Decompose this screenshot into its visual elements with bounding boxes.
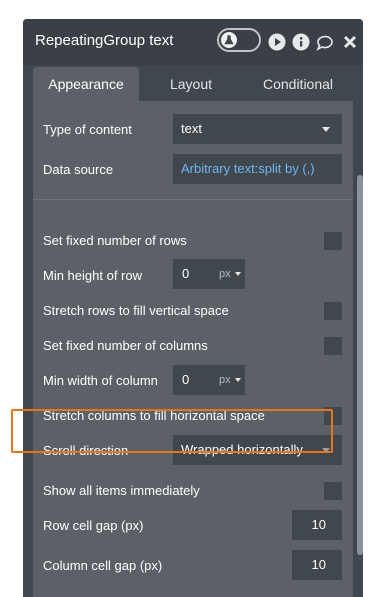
stretch-rows-label: Stretch rows to fill vertical space bbox=[43, 303, 229, 318]
data-source-label: Data source bbox=[43, 162, 114, 177]
type-of-content-label: Type of content bbox=[43, 122, 132, 137]
comment-icon[interactable] bbox=[315, 32, 335, 52]
scroll-direction-highlight bbox=[11, 409, 333, 453]
min-width-column-label: Min width of column bbox=[43, 373, 158, 388]
min-height-row-unit: px bbox=[219, 268, 231, 280]
chevron-down-icon bbox=[235, 378, 241, 382]
column-cell-gap-value: 10 bbox=[311, 557, 326, 572]
row-cell-gap-label: Row cell gap (px) bbox=[43, 518, 144, 533]
min-width-column-value: 0 bbox=[182, 372, 190, 387]
min-width-column-unit: px bbox=[219, 374, 231, 386]
type-of-content-value: text bbox=[181, 121, 202, 136]
section-divider bbox=[33, 199, 353, 200]
stretch-rows-checkbox[interactable] bbox=[324, 302, 342, 320]
tab-conditional[interactable]: Conditional bbox=[243, 67, 353, 101]
row-cell-gap-input[interactable]: 10 bbox=[292, 510, 342, 540]
chevron-down-icon bbox=[235, 272, 241, 276]
panel-header: RepeatingGroup text bbox=[23, 19, 363, 65]
column-cell-gap-label: Column cell gap (px) bbox=[43, 558, 163, 573]
debug-toggle-icon bbox=[221, 32, 237, 48]
set-fixed-columns-checkbox[interactable] bbox=[324, 337, 342, 355]
set-fixed-columns-label: Set fixed number of columns bbox=[43, 338, 208, 353]
min-height-row-input[interactable]: 0 px bbox=[173, 259, 245, 289]
show-all-items-label: Show all items immediately bbox=[43, 483, 200, 498]
property-editor-panel: RepeatingGroup text Appearance Layout Co… bbox=[23, 19, 363, 597]
show-all-items-checkbox[interactable] bbox=[324, 482, 342, 500]
chevron-down-icon bbox=[322, 127, 330, 132]
data-source-expression[interactable]: Arbitrary text:split by (,) bbox=[173, 154, 342, 184]
play-icon[interactable] bbox=[267, 32, 287, 52]
tab-layout[interactable]: Layout bbox=[139, 67, 243, 101]
tab-bar: Appearance Layout Conditional bbox=[23, 65, 363, 101]
info-icon[interactable] bbox=[291, 32, 311, 52]
set-fixed-rows-checkbox[interactable] bbox=[324, 232, 342, 250]
min-width-column-input[interactable]: 0 px bbox=[173, 365, 245, 395]
appearance-section: Type of content text Data source Arbitra… bbox=[33, 101, 353, 597]
panel-scrollbar[interactable] bbox=[357, 175, 363, 555]
tab-appearance[interactable]: Appearance bbox=[33, 67, 139, 101]
close-icon[interactable] bbox=[340, 32, 360, 52]
type-of-content-dropdown[interactable]: text bbox=[173, 114, 342, 144]
panel-title: RepeatingGroup text bbox=[35, 32, 174, 49]
column-cell-gap-input[interactable]: 10 bbox=[292, 550, 342, 580]
set-fixed-rows-label: Set fixed number of rows bbox=[43, 233, 187, 248]
row-cell-gap-value: 10 bbox=[311, 517, 326, 532]
min-height-row-value: 0 bbox=[182, 266, 190, 281]
debug-toggle[interactable] bbox=[217, 28, 261, 52]
data-source-value: Arbitrary text:split by (,) bbox=[181, 161, 315, 176]
min-height-row-label: Min height of row bbox=[43, 268, 142, 283]
